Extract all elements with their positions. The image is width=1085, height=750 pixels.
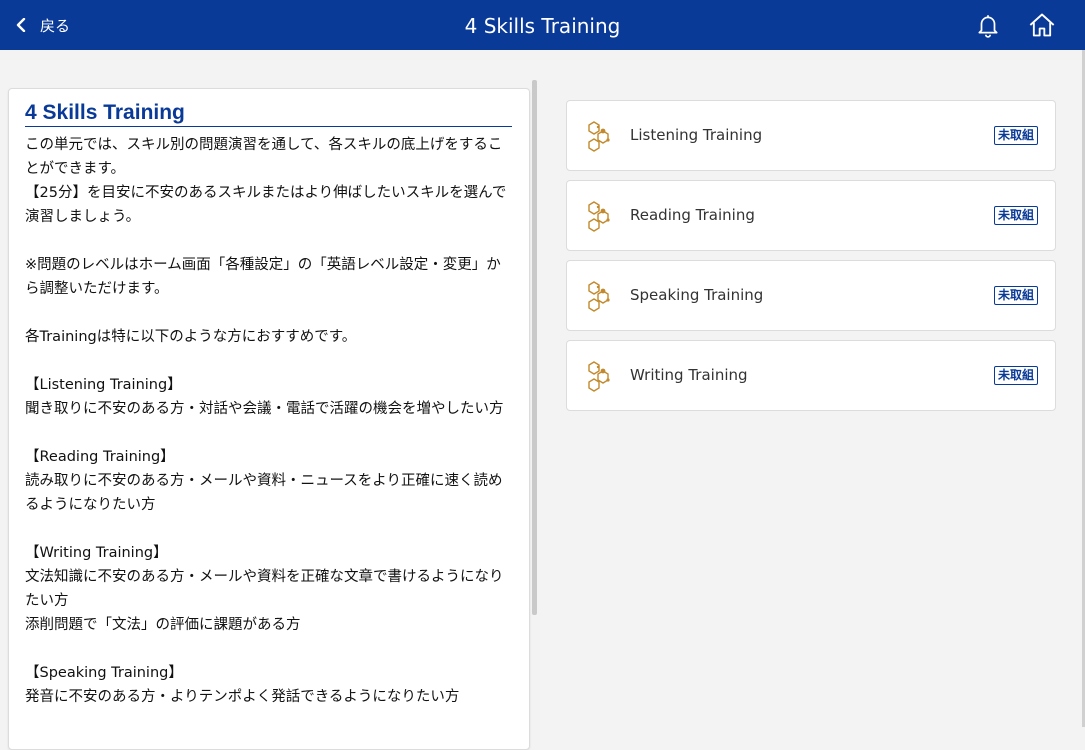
training-item-writing[interactable]: Writing Training 未取組 [566, 340, 1056, 411]
intro-paragraph: 文法知識に不安のある方・メールや資料を正確な文章で書けるようになりたい方 [25, 569, 504, 609]
intro-paragraph: 読み取りに不安のある方・メールや資料・ニュースをより正確に速く読めるようになりた… [25, 473, 503, 513]
intro-paragraph: 【Writing Training】 [25, 545, 168, 561]
intro-paragraph: 【Listening Training】 [25, 377, 182, 393]
training-item-listening[interactable]: Listening Training 未取組 [566, 100, 1056, 171]
bell-icon[interactable] [975, 12, 1001, 38]
intro-paragraph: 【25分】を目安に不安のあるスキルまたはより伸ばしたいスキルを選んで演習しましょ… [25, 185, 507, 225]
training-item-speaking[interactable]: Speaking Training 未取組 [566, 260, 1056, 331]
status-badge: 未取組 [993, 126, 1038, 145]
scrollbar[interactable] [532, 80, 537, 615]
hexagon-molecule-icon [585, 199, 619, 233]
intro-paragraph: 【Speaking Training】 [25, 665, 183, 681]
intro-heading: 4 Skills Training [25, 101, 512, 127]
back-label: 戻る [40, 16, 71, 35]
top-bar: 戻る 4 Skills Training [0, 0, 1085, 50]
intro-paragraph: この単元では、スキル別の問題演習を通して、各スキルの底上げをすることができます。 [25, 137, 503, 177]
status-badge: 未取組 [993, 286, 1038, 305]
intro-paragraph: 添削問題で「文法」の評価に課題がある方 [25, 617, 301, 633]
training-label: Speaking Training [630, 286, 764, 304]
intro-card: 4 Skills Training この単元では、スキル別の問題演習を通して、各… [8, 88, 530, 750]
page-title: 4 Skills Training [464, 14, 621, 38]
home-icon[interactable] [1028, 11, 1056, 39]
hexagon-molecule-icon [585, 359, 619, 393]
intro-description: この単元では、スキル別の問題演習を通して、各スキルの底上げをすることができます。… [25, 133, 515, 709]
training-label: Writing Training [630, 366, 748, 384]
back-button[interactable]: 戻る [14, 0, 70, 50]
training-item-reading[interactable]: Reading Training 未取組 [566, 180, 1056, 251]
intro-paragraph [25, 301, 515, 325]
intro-paragraph: 発音に不安のある方・よりテンポよく発話できるようになりたい方 [25, 689, 460, 705]
intro-paragraph [25, 421, 515, 445]
training-label: Reading Training [630, 206, 755, 224]
intro-paragraph [25, 349, 515, 373]
training-label: Listening Training [630, 126, 763, 144]
intro-paragraph [25, 229, 515, 253]
status-badge: 未取組 [993, 366, 1038, 385]
intro-paragraph: 聞き取りに不安のある方・対話や会議・電話で活躍の機会を増やしたい方 [25, 401, 504, 417]
intro-paragraph [25, 637, 515, 661]
intro-paragraph [25, 517, 515, 541]
hexagon-molecule-icon [585, 279, 619, 313]
intro-paragraph: ※問題のレベルはホーム画面「各種設定」の「英語レベル設定・変更」から調整いただけ… [25, 257, 501, 297]
hexagon-molecule-icon [585, 119, 619, 153]
intro-paragraph: 各Trainingは特に以下のような方におすすめです。 [25, 329, 357, 345]
chevron-left-icon [16, 18, 26, 32]
status-badge: 未取組 [993, 206, 1038, 225]
intro-paragraph: 【Reading Training】 [25, 449, 175, 465]
